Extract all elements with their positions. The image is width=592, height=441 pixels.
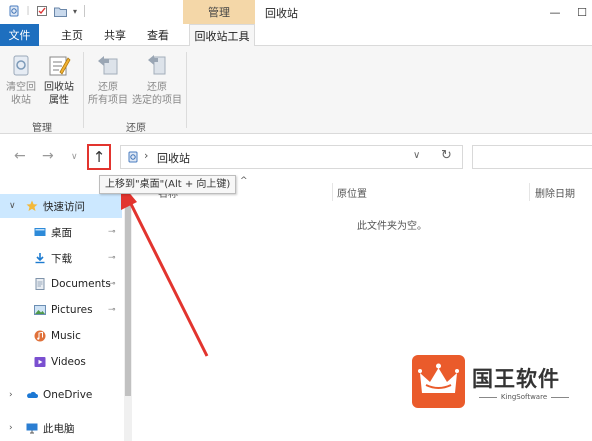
documents-icon <box>35 278 45 290</box>
nav-label: Pictures <box>51 304 93 316</box>
qa-divider: | <box>26 6 30 16</box>
navigation-pane: ∨ 快速访问 桌面 ⊸ 下载 ⊸ Documents ⊸ Pictures ⊸ … <box>0 190 124 441</box>
recycle-bin-properties-icon <box>49 56 71 76</box>
empty-folder-message: 此文件夹为空。 <box>357 221 427 232</box>
nav-item-quick-access[interactable]: ∨ 快速访问 <box>0 194 122 218</box>
back-button[interactable]: ← <box>14 148 26 164</box>
nav-item-this-pc[interactable]: › 此电脑 <box>0 416 122 440</box>
sort-ascending-icon: ^ <box>240 176 248 186</box>
up-button[interactable]: ↑ <box>87 144 111 170</box>
pin-icon[interactable]: ⊸ <box>108 305 116 315</box>
properties-quick-icon[interactable] <box>35 4 49 18</box>
restore-all-icon <box>98 56 118 75</box>
minimize-button[interactable]: — <box>540 0 570 24</box>
customize-qa-dropdown-icon[interactable]: ▾ <box>70 4 80 18</box>
refresh-icon[interactable]: ↻ <box>441 148 452 163</box>
ribbon: 清空回 收站 回收站 属性 管理 还原 所有项目 还原 选定的项目 还原 <box>0 46 592 134</box>
nav-item-desktop[interactable]: 桌面 ⊸ <box>0 220 122 244</box>
maximize-button[interactable]: ☐ <box>572 0 592 24</box>
empty-recycle-bin-button[interactable]: 清空回 收站 <box>4 52 38 107</box>
empty-recycle-bin-icon <box>13 55 29 76</box>
window-title: 回收站 <box>265 7 298 20</box>
restore-selected-label-2: 选定的项目 <box>132 95 182 106</box>
crown-logo-icon <box>412 355 465 408</box>
ribbon-group-separator <box>83 52 84 128</box>
nav-label: Videos <box>51 356 86 368</box>
onedrive-icon <box>27 391 38 398</box>
breadcrumb-recycle-bin[interactable]: 回收站 <box>157 150 190 166</box>
watermark-name: 国王软件 <box>472 367 560 391</box>
tab-file[interactable]: 文件 <box>0 24 39 46</box>
column-separator[interactable] <box>332 183 333 201</box>
pin-icon[interactable]: ⊸ <box>108 279 116 289</box>
column-separator[interactable] <box>529 183 530 201</box>
nav-label: 快速访问 <box>43 200 85 213</box>
ribbon-tab-bar: 文件 主页 共享 查看 回收站工具 <box>0 24 592 47</box>
search-input[interactable] <box>472 145 592 169</box>
up-arrow-icon: ↑ <box>92 148 106 166</box>
nav-item-documents[interactable]: Documents ⊸ <box>0 272 122 296</box>
empty-recycle-bin-label-2: 收站 <box>11 95 31 106</box>
nav-label: OneDrive <box>43 389 93 401</box>
collapsed-chevron-icon[interactable]: › <box>9 390 13 400</box>
tab-recycle-bin-tools[interactable]: 回收站工具 <box>189 24 255 47</box>
restore-all-button[interactable]: 还原 所有项目 <box>87 52 129 107</box>
nav-item-onedrive[interactable]: › OneDrive <box>0 383 122 407</box>
recent-locations-button[interactable]: ∨ <box>71 152 78 162</box>
nav-label: Music <box>51 330 81 342</box>
properties-label-2: 属性 <box>49 95 69 106</box>
group-label-restore: 还原 <box>126 123 146 134</box>
restore-all-label-2: 所有项目 <box>88 95 128 106</box>
address-bar[interactable]: › 回收站 ∨ ↻ <box>120 145 463 169</box>
breadcrumb-chevron[interactable]: › <box>144 149 148 162</box>
restore-selected-icon <box>148 55 166 75</box>
group-label-manage: 管理 <box>32 123 52 134</box>
music-icon <box>34 330 46 342</box>
recycle-bin-properties-button[interactable]: 回收站 属性 <box>41 52 77 107</box>
pin-icon[interactable]: ⊸ <box>108 253 116 263</box>
restore-selected-label-1: 还原 <box>147 82 167 93</box>
tab-view[interactable]: 查看 <box>139 24 177 46</box>
videos-icon <box>34 357 46 367</box>
nav-label: 桌面 <box>51 226 72 239</box>
this-pc-icon <box>26 423 38 434</box>
nav-label: 下载 <box>51 252 72 265</box>
nav-item-downloads[interactable]: 下载 ⊸ <box>0 246 122 270</box>
empty-recycle-bin-label-1: 清空回 <box>6 82 36 93</box>
recycle-bin-location-icon <box>128 151 138 163</box>
nav-item-music[interactable]: Music <box>0 324 122 348</box>
restore-all-label-1: 还原 <box>98 82 118 93</box>
collapsed-chevron-icon[interactable]: › <box>9 423 13 433</box>
context-tab-manage[interactable]: 管理 <box>183 0 255 24</box>
column-header-date-deleted[interactable]: 删除日期 <box>535 185 575 200</box>
watermark-subtitle: KingSoftware <box>472 393 576 401</box>
watermark-logo: 国王软件 KingSoftware <box>412 355 582 413</box>
desktop-icon <box>34 228 46 236</box>
restore-selected-button[interactable]: 还原 选定的项目 <box>131 52 183 107</box>
up-button-tooltip: 上移到"桌面"(Alt + 向上键) <box>99 175 237 194</box>
column-header-original-location[interactable]: 原位置 <box>337 185 367 200</box>
tab-share[interactable]: 共享 <box>96 24 134 46</box>
nav-label: 此电脑 <box>43 422 75 435</box>
nav-label: Documents <box>51 278 111 290</box>
star-icon <box>26 200 38 211</box>
address-dropdown-icon[interactable]: ∨ <box>413 150 420 161</box>
new-folder-quick-icon[interactable] <box>53 4 67 18</box>
pictures-icon <box>34 305 46 315</box>
properties-label-1: 回收站 <box>44 82 74 93</box>
download-icon <box>35 253 45 264</box>
title-bar: | ▾ 管理 回收站 — ☐ <box>0 0 592 24</box>
nav-item-videos[interactable]: Videos <box>0 350 122 374</box>
recycle-bin-app-icon <box>7 4 21 18</box>
pin-icon[interactable]: ⊸ <box>108 227 116 237</box>
ribbon-group-separator-2 <box>186 52 187 128</box>
forward-button[interactable]: → <box>42 148 54 164</box>
expanded-chevron-icon[interactable]: ∨ <box>9 201 16 211</box>
nav-item-pictures[interactable]: Pictures ⊸ <box>0 298 122 322</box>
qa-separator <box>84 5 85 17</box>
nav-scrollbar-thumb[interactable] <box>125 196 131 396</box>
tab-home[interactable]: 主页 <box>53 24 91 46</box>
